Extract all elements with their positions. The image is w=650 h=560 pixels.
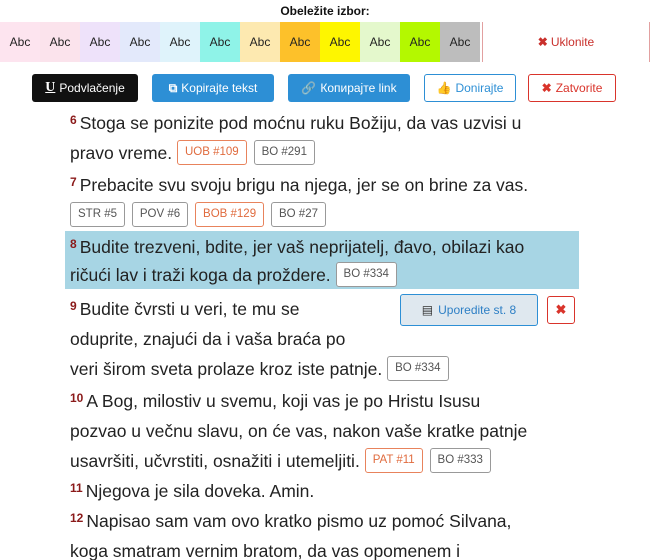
- verse-text: pozvao u večnu slavu, on će vas, nakon v…: [70, 421, 528, 441]
- swatch-periwinkle[interactable]: Abc: [120, 22, 160, 62]
- verse-text: Njegova je sila doveka. Amin.: [85, 481, 315, 501]
- verse-10-cont: usavršiti, učvrstiti, osnažiti i utemelj…: [70, 446, 493, 478]
- copy-icon: ⧉: [168, 80, 178, 95]
- underline-label: Podvlačenje: [59, 81, 125, 95]
- verse-text: Napisao sam vam ovo kratko pismo uz pomo…: [86, 511, 512, 531]
- verse-text: Stoga se ponizite pod moćnu ruku Božiju,…: [79, 113, 522, 133]
- donate-button[interactable]: 👍 Donirajte: [424, 74, 516, 102]
- verse-number: 6: [70, 113, 77, 127]
- verse-6-cont: pravo vreme. UOB #109 BO #291: [70, 138, 317, 170]
- verse-text: Budite čvrsti u veri, te mu se: [79, 299, 300, 319]
- ref-tag[interactable]: BO #291: [253, 139, 315, 165]
- verse-number: 12: [70, 511, 84, 525]
- close-label: Zatvorite: [555, 81, 603, 95]
- verse-text: usavršiti, učvrstiti, osnažiti i utemelj…: [70, 451, 360, 471]
- verse-text: koga smatram vernim bratom, da vas opome…: [70, 541, 461, 560]
- ref-tag[interactable]: BOB #129: [195, 201, 265, 227]
- ref-tag[interactable]: BO #27: [270, 201, 326, 227]
- verse-10[interactable]: 10 A Bog, milostiv u svemu, koji vas je p…: [70, 386, 480, 418]
- verse-number: 10: [70, 391, 84, 405]
- swatch-cream[interactable]: Abc: [240, 22, 280, 62]
- verse-text: Budite trezveni, bdite, jer vaš neprijat…: [79, 237, 525, 257]
- verse-9-cont: veri širom sveta prolaze kroz iste patnj…: [70, 354, 451, 386]
- swatch-light-blue[interactable]: Abc: [160, 22, 200, 62]
- thumbs-up-icon: 👍: [436, 81, 452, 95]
- verse-number: 8: [70, 237, 77, 251]
- verse-number: 7: [70, 175, 77, 189]
- verse-text: A Bog, milostiv u svemu, koji vas je po …: [86, 391, 481, 411]
- close-button[interactable]: ✖ Zatvorite: [528, 74, 616, 102]
- highlight-swatches: Abc Abc Abc Abc Abc Abc Abc Abc Abc Abc …: [0, 22, 650, 62]
- verse-7[interactable]: 7 Prebacite svu svoju brigu na njega, jer…: [70, 170, 528, 202]
- swatch-gray[interactable]: Abc: [440, 22, 480, 62]
- ref-tag[interactable]: POV #6: [131, 201, 189, 227]
- action-toolbar: U Podvlačenje ⧉ Kopirajte tekst 🔗 Копира…: [0, 74, 650, 102]
- verse-text: ričući lav i traži koga da proždere.: [70, 265, 331, 285]
- verse-number: 9: [70, 299, 77, 313]
- swatch-lime[interactable]: Abc: [400, 22, 440, 62]
- swatch-cyan[interactable]: Abc: [200, 22, 240, 62]
- verse-12[interactable]: 12 Napisao sam vam ovo kratko pismo uz po…: [70, 506, 511, 538]
- verse-text: pravo vreme.: [70, 143, 173, 163]
- verse-9-cont: oduprite, znajući da i vaša braća po: [70, 324, 345, 356]
- ref-tag[interactable]: BO #333: [429, 447, 491, 473]
- ref-tag[interactable]: UOB #109: [177, 139, 247, 165]
- verse-12-cont: koga smatram vernim bratom, da vas opome…: [70, 536, 460, 560]
- verse-6[interactable]: 6 Stoga se ponizite pod moćnu ruku Božiju…: [70, 108, 521, 140]
- swatch-lavender[interactable]: Abc: [80, 22, 120, 62]
- verse-9[interactable]: 9 Budite čvrsti u veri, te mu se: [70, 294, 300, 326]
- verse-10-cont: pozvao u večnu slavu, on će vas, nakon v…: [70, 416, 527, 448]
- book-icon: ▤: [421, 303, 434, 317]
- compare-label: Uporedite st. 8: [438, 303, 517, 317]
- highlight-title: Obeležite izbor:: [280, 4, 370, 18]
- swatch-yellow[interactable]: Abc: [320, 22, 360, 62]
- ref-tag[interactable]: BO #334: [335, 261, 397, 287]
- copy-text-label: Kopirajte tekst: [181, 81, 258, 95]
- link-icon: 🔗: [301, 81, 317, 95]
- copy-text-button[interactable]: ⧉ Kopirajte tekst: [152, 74, 274, 102]
- verse-text: Prebacite svu svoju brigu na njega, jer …: [79, 175, 529, 195]
- underline-icon: U: [45, 80, 56, 95]
- swatch-light-green[interactable]: Abc: [360, 22, 400, 62]
- swatch-pink[interactable]: Abc: [0, 22, 40, 62]
- compare-verse-button[interactable]: ▤ Uporedite st. 8: [400, 294, 538, 326]
- verse-8-cont: ričući lav i traži koga da proždere. BO …: [70, 260, 399, 292]
- verse-11[interactable]: 11 Njegova je sila doveka. Amin.: [70, 476, 314, 508]
- copy-link-label: Копирајте link: [320, 81, 397, 95]
- swatch-orange[interactable]: Abc: [280, 22, 320, 62]
- verse-text: veri širom sveta prolaze kroz iste patnj…: [70, 359, 383, 379]
- underline-button[interactable]: U Podvlačenje: [32, 74, 138, 102]
- swatch-rose[interactable]: Abc: [40, 22, 80, 62]
- verse-text: oduprite, znajući da i vaša braća po: [70, 329, 346, 349]
- ref-tag[interactable]: PAT #11: [364, 447, 423, 473]
- remove-highlight-label: Uklonite: [550, 35, 595, 49]
- ref-tag[interactable]: STR #5: [70, 201, 125, 227]
- close-compare-button[interactable]: ✖: [547, 296, 575, 324]
- ref-tag[interactable]: BO #334: [387, 355, 449, 381]
- close-icon: ✖: [537, 35, 548, 49]
- copy-link-button[interactable]: 🔗 Копирајте link: [288, 74, 410, 102]
- verse-number: 11: [70, 481, 83, 495]
- close-icon: ✖: [541, 81, 552, 95]
- verse-7-refs: STR #5 POV #6 BOB #129 BO #27: [70, 200, 328, 232]
- close-icon: ✖: [555, 302, 567, 317]
- donate-label: Donirajte: [455, 81, 504, 95]
- remove-highlight-button[interactable]: ✖ Uklonite: [482, 22, 650, 62]
